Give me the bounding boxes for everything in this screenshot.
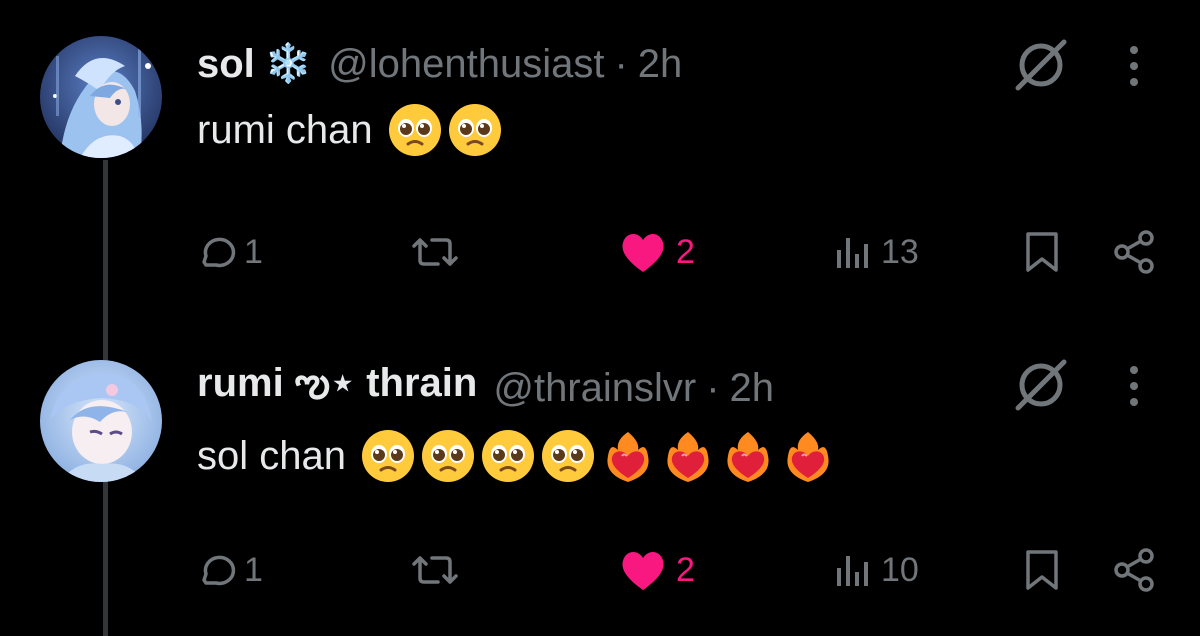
avatar[interactable] (40, 360, 162, 482)
share-button[interactable] (1110, 540, 1158, 600)
author-name[interactable]: sol (197, 42, 255, 87)
heart-filled-icon (622, 552, 664, 590)
separator-dot: · (706, 365, 720, 410)
tweet[interactable]: rumi ఌ⋆ thrain @thrainslvr · 2h sol chan (0, 318, 1200, 636)
grok-icon[interactable] (1012, 36, 1070, 94)
views-icon (837, 238, 868, 268)
pleading-face-icon (448, 104, 501, 156)
views-count: 10 (881, 550, 919, 589)
retweet-button[interactable] (410, 222, 460, 282)
more-options-icon[interactable] (1122, 44, 1146, 88)
author-handle[interactable]: @thrainslvr (493, 366, 696, 411)
pleading-face-icon (481, 430, 534, 482)
tweet-header: rumi ఌ⋆ thrain @thrainslvr · 2h (197, 358, 774, 418)
heart-on-fire-icon (607, 432, 649, 482)
tweet-text-content: rumi chan (197, 107, 373, 152)
heart-on-fire-icon (727, 432, 769, 482)
more-options-icon[interactable] (1122, 364, 1146, 408)
views-button[interactable]: 13 (833, 222, 919, 282)
grok-icon[interactable] (1012, 356, 1070, 414)
retweet-button[interactable] (410, 540, 460, 600)
views-button[interactable]: 10 (833, 540, 919, 600)
pleading-face-icon (541, 430, 594, 482)
reply-count: 1 (244, 232, 263, 271)
share-icon (1114, 230, 1154, 274)
retweet-icon (412, 238, 458, 266)
heart-on-fire-icon (787, 432, 829, 482)
snowflake-icon: ❄️ (264, 43, 313, 85)
reply-button[interactable]: 1 (196, 222, 263, 282)
like-count: 2 (676, 232, 695, 271)
anime-avatar-icon (40, 36, 162, 158)
bookmark-button[interactable] (1022, 222, 1062, 282)
author-handle[interactable]: @lohenthusiast (328, 42, 604, 87)
views-count: 13 (881, 232, 919, 271)
like-button[interactable]: 2 (618, 540, 695, 600)
retweet-icon (412, 556, 458, 584)
share-icon (1114, 548, 1154, 592)
pleading-face-icon (361, 430, 414, 482)
avatar[interactable] (40, 36, 162, 158)
like-count: 2 (676, 550, 695, 589)
separator-dot: · (614, 41, 628, 86)
bookmark-button[interactable] (1022, 540, 1062, 600)
bookmark-icon (1026, 550, 1058, 590)
heart-on-fire-icon (667, 432, 709, 482)
action-bar: 1 2 10 (0, 540, 1200, 600)
author-name[interactable]: rumi ఌ⋆ thrain (197, 360, 477, 416)
pleading-face-icon (388, 104, 441, 156)
reply-button[interactable]: 1 (196, 540, 263, 600)
anime-avatar-icon (40, 360, 162, 482)
emoji-group (360, 428, 836, 484)
like-button[interactable]: 2 (618, 222, 695, 282)
timestamp[interactable]: 2h (638, 42, 683, 87)
tweet-text: rumi chan (197, 102, 503, 158)
action-bar: 1 2 13 (0, 222, 1200, 282)
tweet-text-content: sol chan (197, 433, 346, 478)
heart-filled-icon (622, 234, 664, 272)
timestamp[interactable]: 2h (730, 366, 775, 411)
tweet-header: sol ❄️ @lohenthusiast · 2h (197, 34, 682, 94)
bookmark-icon (1026, 232, 1058, 272)
views-icon (837, 556, 868, 586)
pleading-face-icon (421, 430, 474, 482)
reply-count: 1 (244, 550, 263, 589)
share-button[interactable] (1110, 222, 1158, 282)
tweet-text: sol chan (197, 428, 836, 484)
emoji-group (387, 102, 503, 158)
reply-icon (202, 555, 236, 586)
tweet[interactable]: sol ❄️ @lohenthusiast · 2h rumi chan 1 2… (0, 0, 1200, 318)
reply-icon (202, 237, 236, 268)
